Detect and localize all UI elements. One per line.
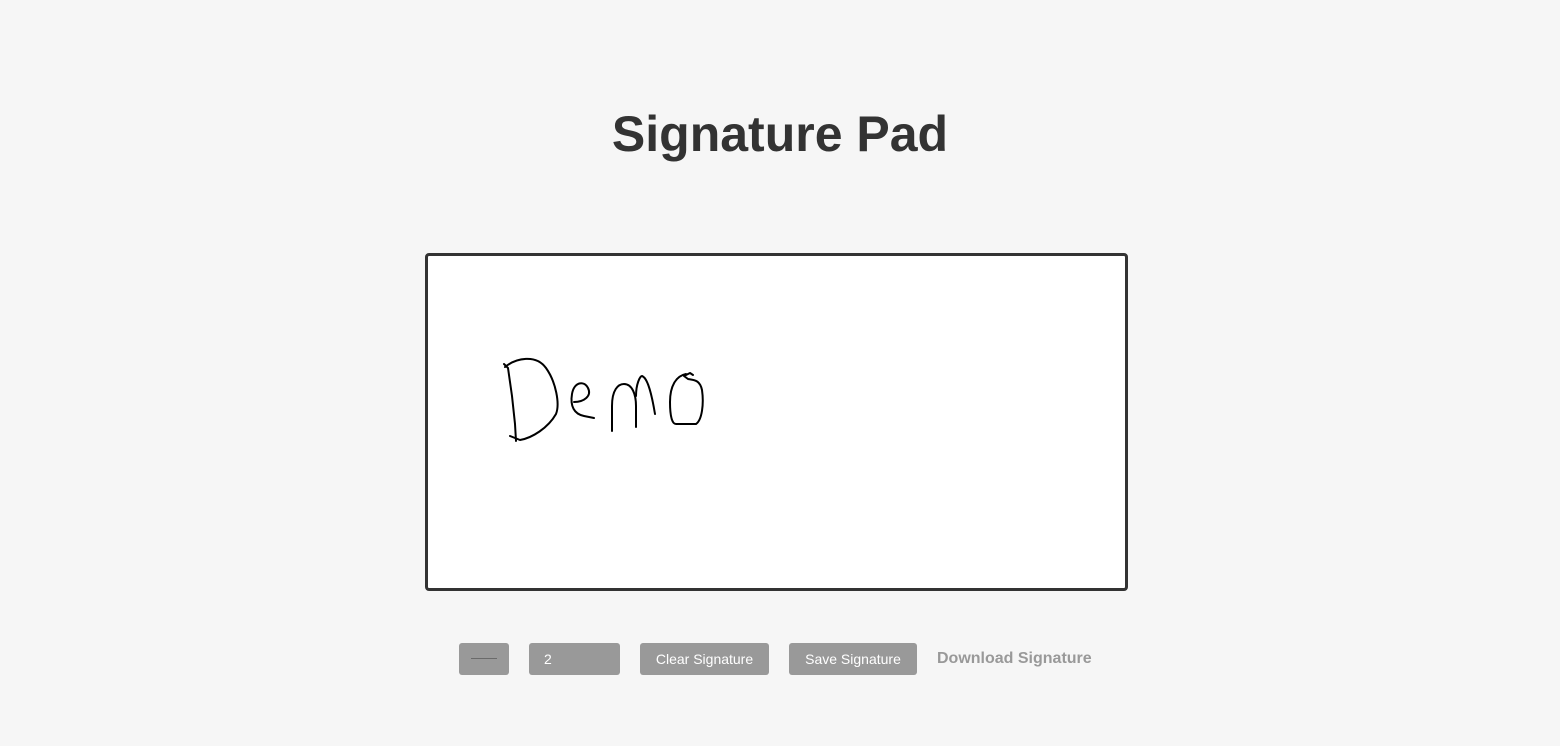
pen-color-swatch (471, 658, 497, 659)
page-title: Signature Pad (611, 106, 949, 162)
signature-stroke (635, 375, 656, 415)
signature-stroke (611, 383, 637, 432)
signature-canvas[interactable] (425, 253, 1128, 591)
pen-color-picker[interactable] (459, 643, 509, 675)
signature-drawing (503, 357, 704, 442)
clear-signature-button[interactable]: Clear Signature (640, 643, 769, 675)
toolbar: Clear Signature Save Signature Download … (0, 643, 1560, 675)
signature-stroke (570, 382, 595, 419)
pen-width-input[interactable] (529, 643, 620, 675)
signature-stroke (503, 363, 517, 442)
download-signature-link[interactable]: Download Signature (937, 643, 1092, 675)
save-signature-button[interactable]: Save Signature (789, 643, 917, 675)
signature-stroke (669, 372, 704, 425)
